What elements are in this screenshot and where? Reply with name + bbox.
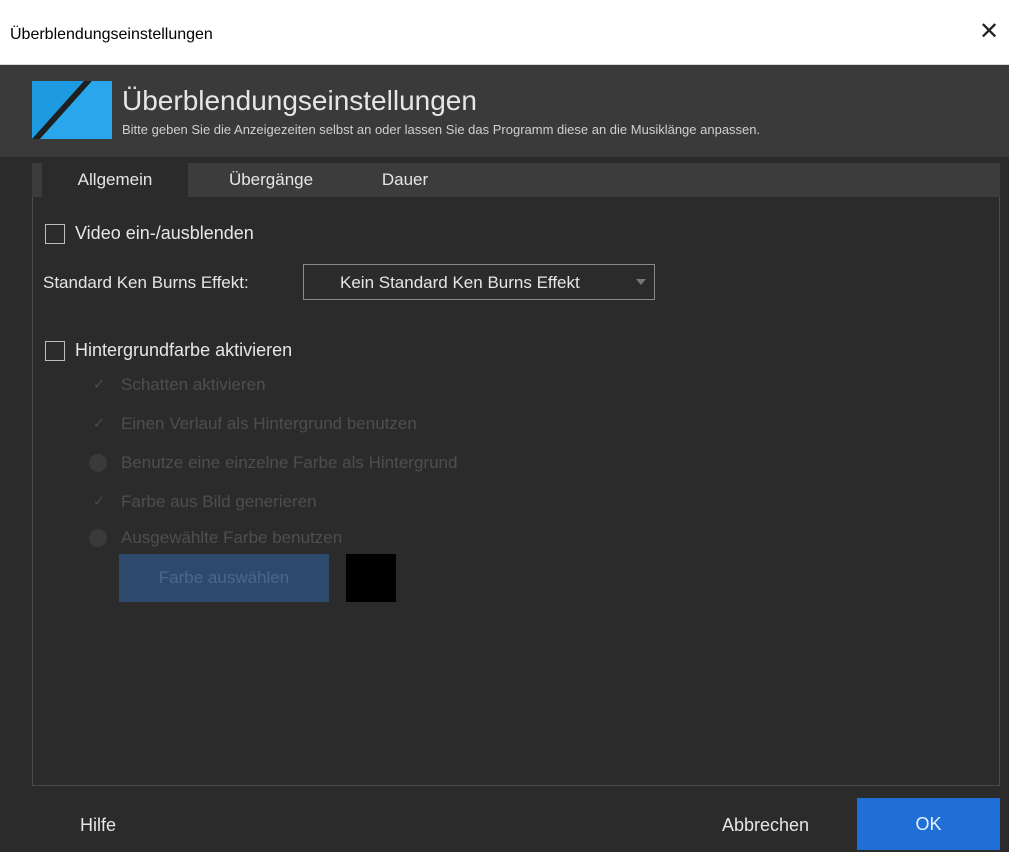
color-from-image-option[interactable]: ✓ Farbe aus Bild generieren	[89, 492, 317, 512]
shadow-option[interactable]: ✓ Schatten aktivieren	[89, 375, 266, 395]
selected-color-option[interactable]: Ausgewählte Farbe benutzen	[89, 528, 342, 548]
close-icon[interactable]: ✕	[977, 20, 1001, 44]
ok-button[interactable]: OK	[857, 798, 1000, 850]
cancel-button[interactable]: Abbrechen	[722, 815, 809, 836]
gradient-bg-label: Einen Verlauf als Hintergrund benutzen	[121, 414, 417, 433]
dialog-header: Überblendungseinstellungen Bitte geben S…	[0, 65, 1009, 157]
check-icon: ✓	[92, 376, 106, 393]
video-fade-checkbox[interactable]	[45, 223, 65, 244]
header-title: Überblendungseinstellungen	[122, 85, 477, 116]
single-color-label: Benutze eine einzelne Farbe als Hintergr…	[121, 453, 458, 472]
selected-color-label: Ausgewählte Farbe benutzen	[121, 528, 343, 547]
check-icon: ✓	[92, 493, 106, 510]
title-bar: Überblendungseinstellungen ✕	[0, 0, 1009, 65]
bg-color-label: Hintergrundfarbe aktivieren	[75, 340, 293, 360]
gradient-bg-option[interactable]: ✓ Einen Verlauf als Hintergrund benutzen	[89, 414, 417, 434]
transition-logo-icon	[32, 81, 112, 139]
bg-color-checkbox[interactable]	[45, 340, 65, 361]
tab-dauer[interactable]: Dauer	[362, 163, 448, 197]
color-from-image-label: Farbe aus Bild generieren	[121, 492, 317, 511]
choose-color-button[interactable]: Farbe auswählen	[119, 554, 329, 602]
bg-color-option[interactable]: Hintergrundfarbe aktivieren	[45, 340, 292, 361]
ken-burns-selected-value: Kein Standard Ken Burns Effekt	[340, 273, 580, 292]
header-subtitle: Bitte geben Sie die Anzeigezeiten selbst…	[122, 122, 761, 137]
tab-allgemein[interactable]: Allgemein	[42, 163, 188, 197]
check-icon: ✓	[92, 415, 106, 432]
ken-burns-label: Standard Ken Burns Effekt:	[43, 273, 249, 292]
ken-burns-select[interactable]: Kein Standard Ken Burns Effekt	[303, 264, 655, 300]
video-fade-label: Video ein-/ausblenden	[75, 223, 254, 243]
tab-panel-allgemein: Video ein-/ausblenden Standard Ken Burns…	[32, 197, 1000, 786]
tab-uebergaenge[interactable]: Übergänge	[196, 163, 346, 197]
color-swatch[interactable]	[346, 554, 396, 602]
help-button[interactable]: Hilfe	[80, 815, 116, 836]
chevron-down-icon	[636, 279, 646, 285]
shadow-label: Schatten aktivieren	[121, 375, 266, 394]
tab-bar: Allgemein Übergänge Dauer	[0, 157, 1009, 197]
radio-icon	[89, 529, 107, 547]
single-color-option[interactable]: Benutze eine einzelne Farbe als Hintergr…	[89, 453, 457, 473]
radio-icon	[89, 454, 107, 472]
video-fade-option[interactable]: Video ein-/ausblenden	[45, 223, 254, 244]
window-title: Überblendungseinstellungen	[10, 26, 213, 43]
